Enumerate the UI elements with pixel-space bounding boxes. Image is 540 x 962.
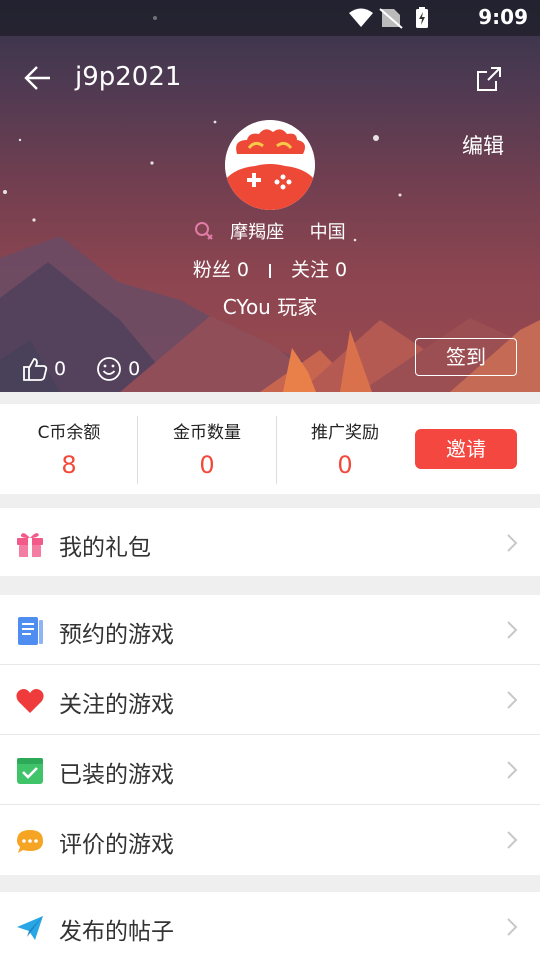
back-arrow-icon[interactable] [22,62,54,94]
paper-plane-icon [17,916,43,940]
menu-item-my-posts[interactable]: 发布的帖子 [0,892,540,962]
menu-label: 已装的游戏 [59,762,174,788]
menu-label: 关注的游戏 [59,692,174,718]
following-count[interactable]: 关注 0 [291,259,347,281]
wifi-icon [349,8,373,27]
no-sim-icon [379,8,403,29]
invite-button[interactable]: 邀请 [415,429,517,469]
follow-stats: 粉丝 0 关注 0 [0,255,540,282]
smile-icon [97,357,121,381]
share-icon[interactable] [474,64,504,94]
heart-icon [16,689,44,713]
user-level: CYou 玩家 [222,295,318,319]
likes-stat[interactable]: 0 [22,356,66,382]
stat-value: 0 [199,451,215,479]
menu-label: 发布的帖子 [59,919,174,945]
stat-label: 推广奖励 [311,423,379,443]
menu-item-reserved-games[interactable]: 预约的游戏 [0,595,540,665]
stat-label: C币余额 [37,423,101,443]
installed-check-icon [17,758,43,784]
menu-item-gifts[interactable]: 我的礼包 [0,508,540,576]
signin-button[interactable]: 签到 [415,338,517,376]
stat-promo-reward[interactable]: 推广奖励 0 [276,418,414,479]
menu-label: 我的礼包 [59,535,151,561]
menu-item-installed-games[interactable]: 已装的游戏 [0,735,540,805]
chevron-right-icon [507,691,518,709]
chat-bubble-icon [17,830,43,853]
chevron-right-icon [507,831,518,849]
status-icons [344,6,454,34]
gift-icon [17,533,43,557]
menu-label: 评价的游戏 [59,832,174,858]
profile-meta: 摩羯座 中国 [0,218,540,244]
menu-item-followed-games[interactable]: 关注的游戏 [0,665,540,735]
smile-count: 0 [128,358,141,380]
stat-label: 金币数量 [173,423,241,443]
menu-label: 预约的游戏 [59,622,174,648]
stat-gold-coin[interactable]: 金币数量 0 [138,418,276,479]
profile-header: 9:09 j9p2021 编辑 摩羯座 中国 粉丝 0 关注 0 CYou 玩家 [0,0,540,392]
menu-item-reviewed-games[interactable]: 评价的游戏 [0,805,540,875]
region-label: 中国 [309,222,346,243]
likes-count: 0 [54,358,67,380]
document-icon [18,617,43,645]
battery-charging-icon [416,7,428,28]
stat-value: 0 [337,451,353,479]
page-title: j9p2021 [75,62,182,92]
gender-female-icon [195,222,214,240]
avatar[interactable] [225,120,315,210]
chevron-right-icon [507,761,518,779]
fans-count[interactable]: 粉丝 0 [193,259,249,281]
status-bar: 9:09 [0,0,540,36]
chevron-right-icon [507,534,518,552]
chevron-right-icon [507,621,518,639]
chevron-right-icon [507,918,518,936]
status-time: 9:09 [478,5,528,29]
edit-button[interactable]: 编辑 [462,130,504,160]
thumbs-up-icon [23,358,48,381]
stat-value: 8 [61,451,77,479]
smile-stat[interactable]: 0 [96,356,140,382]
zodiac-label: 摩羯座 [230,222,285,243]
divider [269,263,271,278]
reaction-stats: 0 0 [22,356,170,382]
wallet-stats: C币余额 8 金币数量 0 推广奖励 0 邀请 [0,404,540,494]
stat-c-coin[interactable]: C币余额 8 [0,418,138,479]
